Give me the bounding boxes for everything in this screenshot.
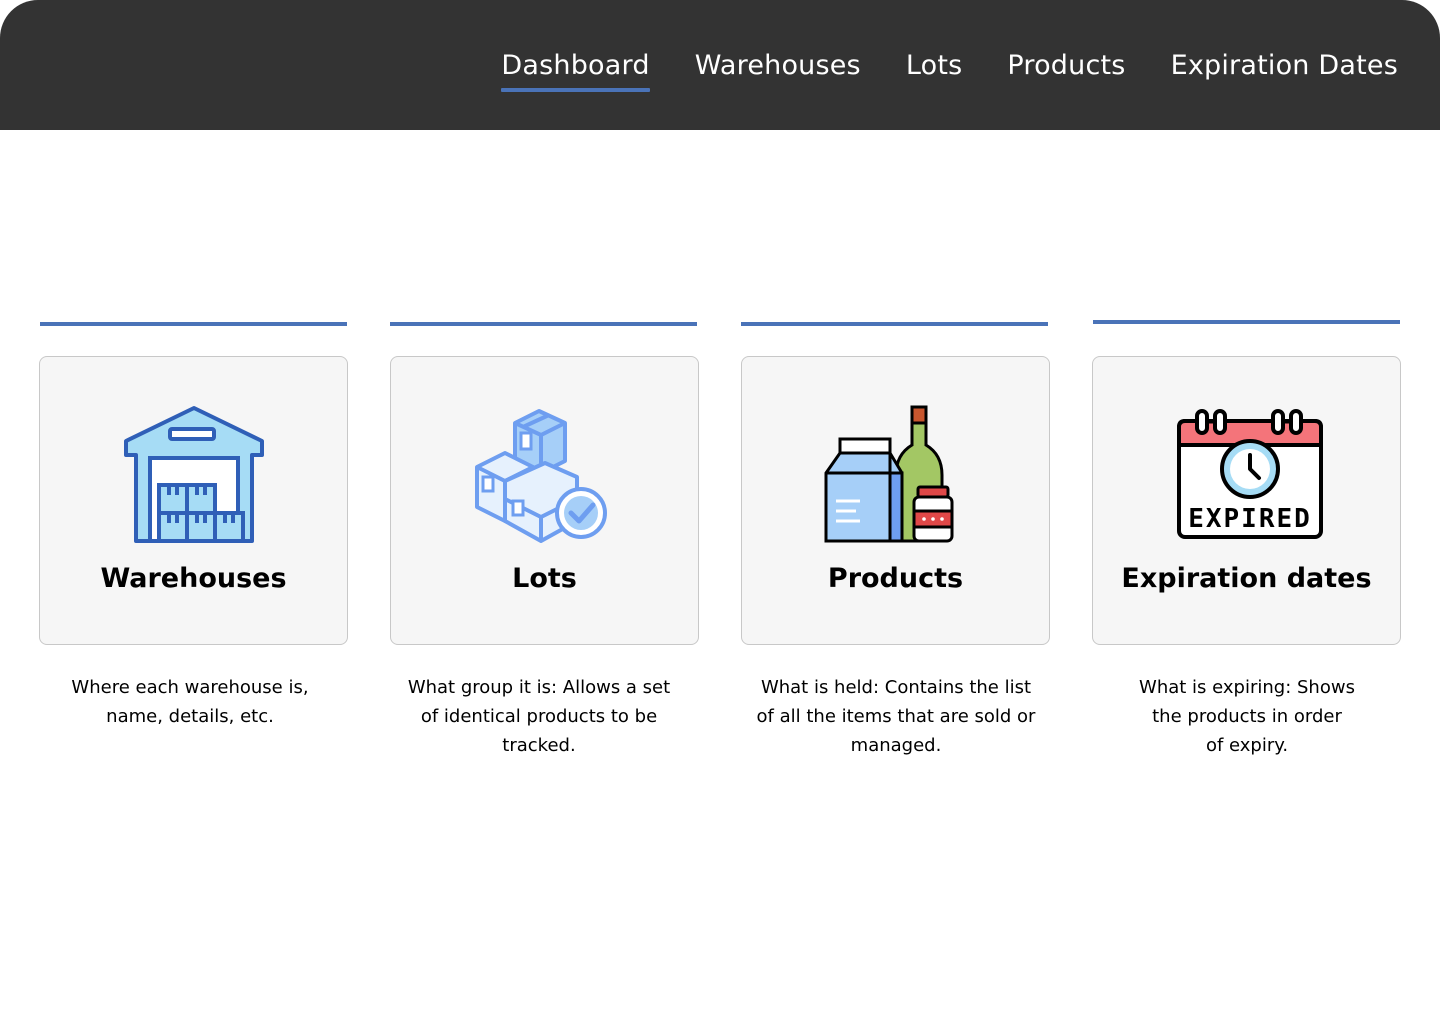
boxes-check-icon — [465, 403, 625, 548]
card-title-warehouses: Warehouses — [100, 563, 287, 594]
nav-dashboard[interactable]: Dashboard — [501, 48, 651, 92]
expired-stamp-text: EXPIRED — [1188, 504, 1312, 534]
nav-expiration-dates[interactable]: Expiration Dates — [1171, 48, 1398, 84]
card-divider-lots — [390, 322, 697, 326]
card-warehouses[interactable]: Warehouses — [39, 356, 348, 645]
card-description-expiration-dates: What is expiring: Shows the products in … — [1139, 677, 1355, 756]
card-expiration-dates[interactable]: EXPIRED Expiration dates — [1092, 356, 1401, 645]
card-description-warehouses: Where each warehouse is, name, details, … — [71, 677, 309, 727]
top-navigation-bar: Dashboard Warehouses Lots Products Expir… — [0, 0, 1440, 130]
expired-calendar-icon: EXPIRED — [1167, 403, 1327, 548]
card-lots[interactable]: Lots — [390, 356, 699, 645]
card-divider-warehouses — [40, 322, 347, 326]
groceries-icon — [816, 403, 976, 548]
card-divider-expiration — [1093, 320, 1400, 324]
card-title-lots: Lots — [512, 563, 577, 594]
nav-lots[interactable]: Lots — [906, 48, 963, 84]
card-divider-products — [741, 322, 1048, 326]
card-description-products: What is held: Contains the list of all t… — [756, 677, 1036, 756]
card-description-lots: What group it is: Allows a set of identi… — [407, 677, 671, 756]
card-title-expiration-dates: Expiration dates — [1121, 563, 1372, 594]
nav-warehouses[interactable]: Warehouses — [695, 48, 861, 84]
card-title-products: Products — [827, 563, 964, 594]
warehouse-icon — [114, 403, 274, 548]
nav-products[interactable]: Products — [1007, 48, 1125, 84]
app-root: Dashboard Warehouses Lots Products Expir… — [0, 0, 1440, 1024]
main-nav: Dashboard Warehouses Lots Products Expir… — [501, 48, 1398, 92]
card-products[interactable]: Products — [741, 356, 1050, 645]
